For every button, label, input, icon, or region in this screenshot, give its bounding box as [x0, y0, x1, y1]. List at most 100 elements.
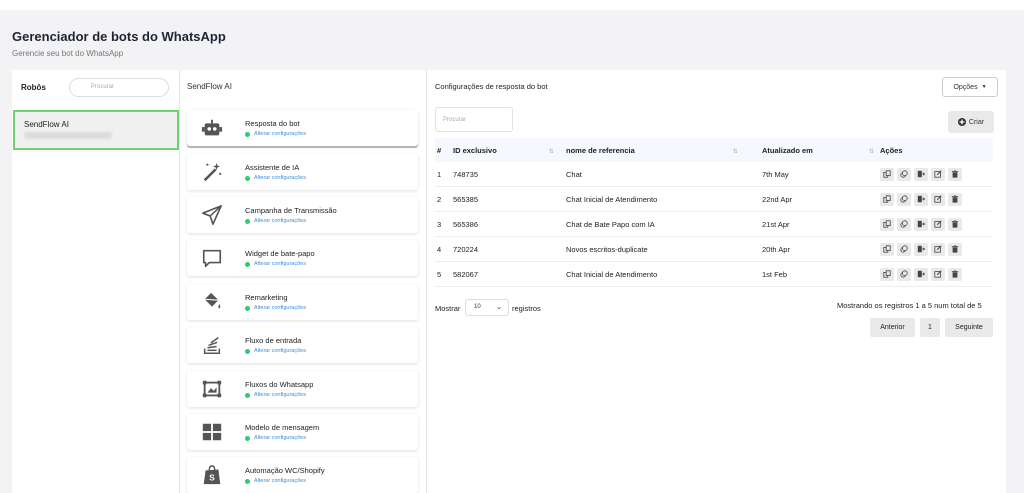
row-id: 582067 — [453, 269, 479, 279]
col-header-updated[interactable]: Atualizado em ⇅ — [762, 146, 880, 155]
feature-label: Campanha de Transmissão — [245, 206, 337, 215]
duplicate-button[interactable] — [897, 267, 911, 281]
change-settings-link[interactable]: Alterar configurações — [245, 175, 306, 181]
bot-item-sendflow[interactable]: SendFlow AI — [13, 110, 179, 150]
copy-button[interactable] — [880, 192, 894, 206]
export-icon — [917, 170, 925, 178]
change-settings-link[interactable]: Alterar configurações — [245, 392, 306, 398]
registros-label: registros — [512, 304, 541, 313]
trash-button[interactable] — [948, 242, 962, 256]
edit-button[interactable] — [931, 192, 945, 206]
feature-label: Assistente de IA — [245, 163, 300, 172]
change-settings-link[interactable]: Alterar configurações — [245, 348, 306, 354]
feature-label: Fluxos do Whatsapp — [245, 380, 314, 389]
trash-icon — [951, 170, 959, 178]
feature-card-bot-reply[interactable]: Resposta do bot Alterar configurações — [187, 110, 418, 146]
feature-card-message-template[interactable]: Modelo de mensagem Alterar configurações — [187, 414, 418, 450]
bots-search-input[interactable]: Procurar — [69, 78, 169, 97]
feature-card-whatsapp-flows[interactable]: Fluxos do Whatsapp Alterar configurações — [187, 371, 418, 407]
col-header-id[interactable]: ID exclusivo ⇅ — [453, 146, 566, 155]
robot-icon — [201, 119, 223, 136]
feature-card-wc-shopify[interactable]: S Automação WC/Shopify Alterar configura… — [187, 457, 418, 493]
edit-icon — [934, 270, 942, 278]
table-row: 3 565386 Chat de Bate Papo com IA 21st Apr — [435, 212, 993, 237]
edit-button[interactable] — [931, 267, 945, 281]
feature-card-ai-assistant[interactable]: Assistente de IA Alterar configurações — [187, 154, 418, 190]
edit-icon — [934, 220, 942, 228]
trash-icon — [951, 220, 959, 228]
feature-card-broadcast[interactable]: Campanha de Transmissão Alterar configur… — [187, 197, 418, 233]
duplicate-button[interactable] — [897, 242, 911, 256]
row-updated: 7th May — [762, 169, 789, 179]
export-button[interactable] — [914, 217, 928, 231]
feature-label: Widget de bate-papo — [245, 249, 315, 258]
edit-button[interactable] — [931, 242, 945, 256]
edit-button[interactable] — [931, 167, 945, 181]
trash-icon — [951, 195, 959, 203]
prev-page-button[interactable]: Anterior — [870, 318, 915, 337]
change-settings-link[interactable]: Alterar configurações — [245, 305, 306, 311]
feature-card-entry-flow[interactable]: Fluxo de entrada Alterar configurações — [187, 327, 418, 363]
bots-label: Robôs — [21, 83, 46, 92]
copy-button[interactable] — [880, 217, 894, 231]
duplicate-icon — [900, 170, 908, 178]
copy-button[interactable] — [880, 242, 894, 256]
copy-icon — [883, 270, 891, 278]
col-header-num[interactable]: # — [435, 146, 453, 155]
duplicate-button[interactable] — [897, 167, 911, 181]
show-label: Mostrar — [435, 304, 461, 313]
page-size-select[interactable]: 10 ⌄ — [465, 299, 509, 316]
options-button[interactable]: Opções ▼ — [942, 77, 998, 97]
sort-icon: ⇅ — [548, 148, 554, 155]
change-settings-link[interactable]: Alterar configurações — [245, 435, 306, 441]
duplicate-button[interactable] — [897, 192, 911, 206]
config-search-input[interactable]: Procurar — [435, 107, 513, 132]
trash-icon — [951, 270, 959, 278]
export-icon — [917, 195, 925, 203]
edit-icon — [934, 245, 942, 253]
change-settings-link[interactable]: Alterar configurações — [245, 131, 306, 137]
table-row: 1 748735 Chat 7th May — [435, 162, 993, 187]
trash-button[interactable] — [948, 167, 962, 181]
change-settings-link[interactable]: Alterar configurações — [245, 478, 306, 484]
trash-button[interactable] — [948, 217, 962, 231]
page-title: Gerenciador de bots do WhatsApp — [12, 29, 226, 44]
feature-label: Modelo de mensagem — [245, 423, 320, 432]
export-button[interactable] — [914, 167, 928, 181]
row-updated: 21st Apr — [762, 219, 790, 229]
duplicate-icon — [900, 195, 908, 203]
trash-button[interactable] — [948, 192, 962, 206]
bot-reply-table: # ID exclusivo ⇅ nome de referencia ⇅ Atua… — [435, 138, 993, 287]
export-icon — [917, 220, 925, 228]
row-updated: 20th Apr — [762, 244, 790, 254]
row-id: 748735 — [453, 169, 479, 179]
export-button[interactable] — [914, 242, 928, 256]
bot-name: SendFlow AI — [24, 120, 69, 129]
row-updated: 22nd Apr — [762, 194, 793, 204]
create-button[interactable]: Criar — [948, 111, 994, 133]
magic-wand-icon — [203, 162, 222, 182]
export-button[interactable] — [914, 267, 928, 281]
copy-button[interactable] — [880, 167, 894, 181]
export-button[interactable] — [914, 192, 928, 206]
change-settings-link[interactable]: Alterar configurações — [245, 261, 306, 267]
plus-circle-icon — [957, 118, 966, 126]
next-page-button[interactable]: Seguinte — [945, 318, 993, 337]
table-info: Mostrando os registros 1 a 5 num total d… — [837, 301, 982, 310]
edit-button[interactable] — [931, 217, 945, 231]
chevron-down-icon: ⌄ — [496, 304, 502, 311]
feature-card-remarketing[interactable]: Remarketing Alterar configurações — [187, 284, 418, 320]
paper-plane-icon — [202, 205, 222, 225]
feature-label: Remarketing — [245, 293, 288, 302]
copy-button[interactable] — [880, 267, 894, 281]
trash-button[interactable] — [948, 267, 962, 281]
col-header-name[interactable]: nome de referencia ⇅ — [566, 146, 762, 155]
config-title: Configurações de resposta do bot — [435, 82, 548, 91]
page-number-button[interactable]: 1 — [920, 318, 940, 337]
status-dot — [245, 305, 250, 311]
stack-icon — [203, 337, 221, 354]
duplicate-button[interactable] — [897, 217, 911, 231]
change-settings-link[interactable]: Alterar configurações — [245, 218, 306, 224]
sort-icon: ⇅ — [732, 148, 738, 155]
feature-card-chat-widget[interactable]: Widget de bate-papo Alterar configuraçõe… — [187, 240, 418, 276]
